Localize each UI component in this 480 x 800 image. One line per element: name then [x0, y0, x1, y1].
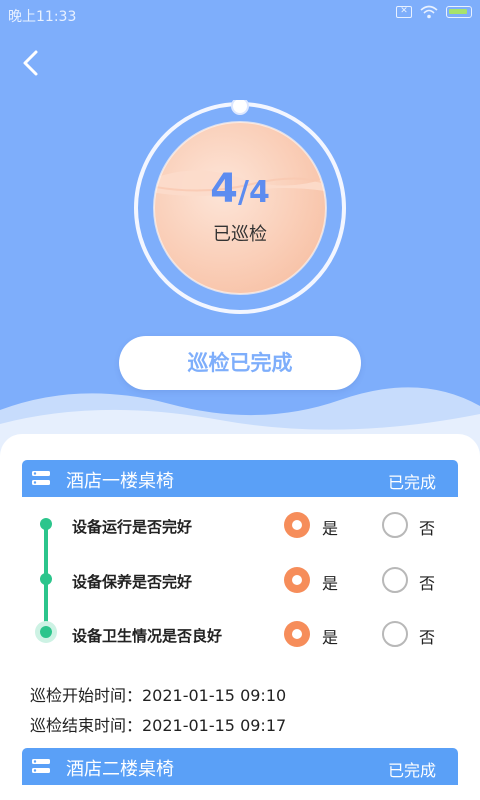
start-time: 巡检开始时间：2021-01-15 09:10 — [30, 686, 287, 705]
radio-no-label[interactable]: 否 — [419, 624, 435, 648]
radio-yes-label[interactable]: 是 — [322, 570, 338, 594]
progress-done: 4 — [210, 166, 238, 212]
card-title: 酒店一楼桌椅 — [66, 471, 174, 492]
check-row: 设备卫生情况是否良好 是 否 — [0, 615, 480, 655]
check-question: 设备保养是否完好 — [72, 573, 193, 591]
radio-yes[interactable] — [284, 512, 310, 538]
progress-separator: / — [238, 175, 249, 210]
radio-no[interactable] — [382, 512, 408, 538]
radio-no[interactable] — [382, 567, 408, 593]
card-header-1[interactable]: 酒店一楼桌椅 已完成 — [22, 460, 458, 497]
progress-total: 4 — [248, 175, 270, 210]
radio-yes-label[interactable]: 是 — [322, 624, 338, 648]
card-status: 已完成 — [387, 761, 436, 780]
check-question: 设备运行是否完好 — [72, 518, 193, 536]
battery-charging-icon — [446, 6, 472, 18]
radio-no-label[interactable]: 否 — [419, 570, 435, 594]
wifi-icon — [420, 5, 438, 19]
progress-label: 已巡检 — [213, 224, 267, 245]
card-status: 已完成 — [387, 473, 436, 492]
end-time: 巡检结束时间：2021-01-15 09:17 — [30, 716, 287, 735]
status-time: 晚上11:33 — [8, 9, 77, 25]
progress-knob — [231, 100, 249, 115]
hero-header: 晚上11:33 ✕ 4/4 已巡检 巡检已完成 — [0, 0, 480, 460]
progress-counter: 4/4 — [0, 166, 480, 212]
radio-yes-label[interactable]: 是 — [322, 515, 338, 539]
check-row: 设备运行是否完好 是 否 — [0, 506, 480, 546]
sim-x-icon: ✕ — [396, 6, 412, 18]
list-icon — [32, 471, 50, 485]
back-button[interactable] — [14, 46, 48, 80]
radio-no[interactable] — [382, 621, 408, 647]
check-row: 设备保养是否完好 是 否 — [0, 561, 480, 601]
status-icons: ✕ — [396, 5, 472, 19]
radio-no-label[interactable]: 否 — [419, 515, 435, 539]
list-icon — [32, 759, 50, 773]
card-title: 酒店二楼桌椅 — [66, 759, 174, 780]
status-bar: 晚上11:33 ✕ — [0, 0, 480, 30]
check-question: 设备卫生情况是否良好 — [72, 627, 223, 645]
chevron-left-icon — [23, 50, 38, 76]
card-header-2[interactable]: 酒店二楼桌椅 已完成 — [22, 748, 458, 785]
radio-yes[interactable] — [284, 567, 310, 593]
radio-yes[interactable] — [284, 621, 310, 647]
